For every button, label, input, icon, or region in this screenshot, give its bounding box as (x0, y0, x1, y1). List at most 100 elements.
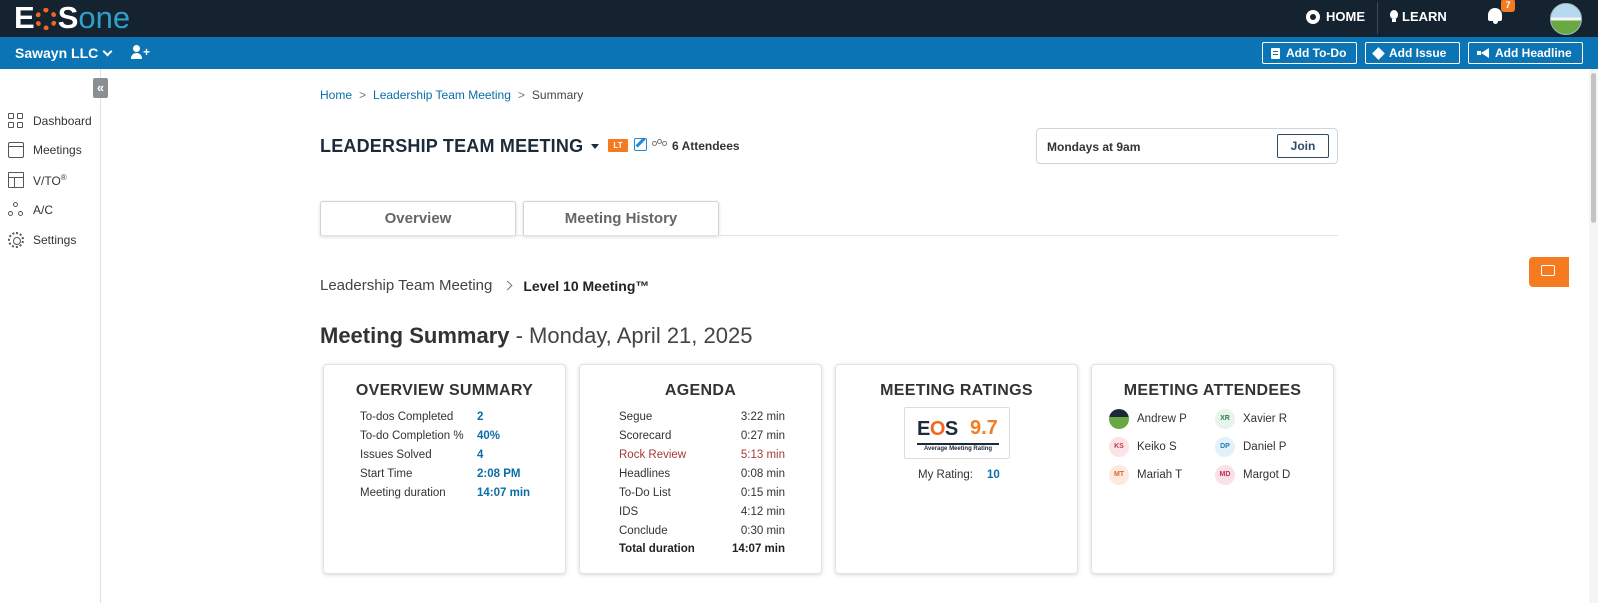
average-rating-caption: Average Meeting Rating (923, 446, 993, 452)
add-issue-label: Add Issue (1389, 46, 1447, 60)
page-title: LEADERSHIP TEAM MEETING (320, 136, 584, 156)
add-issue-button[interactable]: Add Issue (1365, 42, 1460, 64)
org-chart-icon (8, 202, 24, 218)
diamond-icon (1372, 46, 1385, 60)
sidebar-item-settings[interactable]: Settings (8, 232, 76, 248)
logo-s: S (57, 0, 79, 35)
agenda-total-row: Total duration 14:07 min (619, 543, 785, 555)
breadcrumb-meeting-link[interactable]: Leadership Team Meeting (373, 88, 511, 102)
sidebar-item-ac[interactable]: A/C (8, 202, 53, 218)
attendee-item: KS Keiko S (1109, 437, 1177, 457)
summary-heading-date: - Monday, April 21, 2025 (509, 323, 753, 348)
notification-badge: 7 (1501, 0, 1515, 12)
org-name-label: Sawayn LLC (15, 45, 99, 61)
gear-icon (8, 232, 24, 248)
overview-summary-card: OVERVIEW SUMMARY To-dos Completed 2 To-do… (323, 364, 566, 574)
logo-one: one (78, 0, 131, 35)
chevron-down-icon (102, 46, 113, 56)
meeting-ratings-card: MEETING RATINGS EOS 9.7 Average Meeting … (835, 364, 1078, 574)
breadcrumb-separator: > (517, 88, 525, 102)
attendee-item: DP Daniel P (1215, 437, 1286, 457)
agenda-row: Headlines 0:08 min (619, 468, 785, 480)
schedule-panel: Mondays at 9am Join (1036, 128, 1338, 164)
attendee-name: Keiko S (1137, 441, 1177, 453)
home-icon (1306, 9, 1320, 24)
nav-learn-label: LEARN (1402, 9, 1447, 24)
card-title: AGENDA (664, 382, 737, 399)
top-nav-divider (1377, 2, 1378, 34)
summary-row: To-dos Completed 2 (360, 411, 484, 423)
sidebar-item-label: Dashboard (33, 114, 92, 128)
average-rating-value: 9.7 (970, 417, 998, 439)
add-headline-label: Add Headline (1495, 46, 1572, 60)
breadcrumb-current: Summary (531, 88, 584, 102)
attendee-name: Mariah T (1137, 469, 1183, 481)
agenda-row: Conclude 0:30 min (619, 525, 785, 537)
nav-home-label: HOME (1326, 9, 1365, 24)
sidebar-item-label: Meetings (33, 143, 82, 157)
avatar: XR (1215, 409, 1235, 429)
edit-icon[interactable] (634, 138, 647, 151)
sidebar-item-dashboard[interactable]: Dashboard (8, 113, 92, 129)
sidebar-item-label: Settings (33, 233, 77, 247)
attendees-icon (652, 139, 667, 151)
feedback-button[interactable] (1529, 257, 1569, 287)
my-rating-value: 10 (986, 469, 1000, 481)
sidebar-item-vto[interactable]: V/TO® (8, 172, 67, 188)
nav-home-link[interactable]: HOME (1306, 9, 1365, 24)
add-user-icon[interactable]: + (131, 45, 151, 61)
org-selector[interactable]: Sawayn LLC (15, 45, 113, 61)
breadcrumb-separator: > (359, 88, 367, 102)
average-rating-badge: EOS 9.7 Average Meeting Rating (904, 407, 1010, 459)
avatar: KS (1109, 437, 1129, 457)
tabs-divider (320, 235, 1338, 236)
avatar: MD (1215, 465, 1235, 485)
summary-heading-title: Meeting Summary (320, 323, 510, 348)
rating-divider (917, 443, 999, 445)
meeting-type-parent[interactable]: Leadership Team Meeting (320, 277, 492, 294)
add-todo-button[interactable]: Add To-Do (1262, 42, 1357, 64)
top-bar: E S one HOME LEARN 7 (0, 0, 1598, 37)
tab-overview[interactable]: Overview (320, 201, 516, 236)
attendee-item: MD Margot D (1215, 465, 1290, 485)
layout-icon (8, 172, 24, 188)
summary-row: Meeting duration 14:07 min (360, 487, 531, 499)
summary-row: To-do Completion % 40% (360, 430, 501, 442)
add-headline-button[interactable]: Add Headline (1468, 42, 1583, 64)
breadcrumb-home-link[interactable]: Home (320, 88, 352, 102)
agenda-row: Rock Review 5:13 min (619, 449, 785, 461)
my-rating-label: My Rating: (918, 469, 973, 481)
agenda-card: AGENDA Segue 3:22 min Scorecard 0:27 min R… (579, 364, 822, 574)
breadcrumb: Home > Leadership Team Meeting > Summary (320, 88, 583, 102)
tab-meeting-history[interactable]: Meeting History (523, 201, 719, 236)
meeting-title-dropdown[interactable]: LEADERSHIP TEAM MEETING (320, 136, 600, 157)
join-button[interactable]: Join (1277, 134, 1329, 158)
sidebar-item-label: A/C (33, 203, 54, 217)
collapse-sidebar-button[interactable]: « (93, 78, 108, 98)
summary-heading: Meeting Summary - Monday, April 21, 2025 (320, 323, 752, 349)
my-rating: My Rating: 10 (918, 469, 1000, 481)
chevron-right-icon (502, 280, 513, 291)
scrollbar-thumb[interactable] (1591, 73, 1596, 223)
card-title: OVERVIEW SUMMARY (355, 382, 534, 399)
logo-e: E (14, 0, 35, 35)
sidebar: Dashboard Meetings V/TO® A/C Settings (0, 69, 101, 603)
team-badge: LT (608, 139, 628, 152)
agenda-row: IDS 4:12 min (619, 506, 785, 518)
user-avatar[interactable] (1550, 3, 1582, 35)
lightbulb-icon (1390, 10, 1398, 23)
agenda-row: Scorecard 0:27 min (619, 430, 785, 442)
agenda-row: Segue 3:22 min (619, 411, 785, 423)
page-scrollbar[interactable] (1589, 69, 1598, 603)
note-icon (1271, 47, 1280, 59)
organization-bar: Sawayn LLC + Add To-Do Add Issue Add Hea… (0, 37, 1598, 69)
meeting-attendees-card: MEETING ATTENDEES Andrew P XR Xavier R K… (1091, 364, 1334, 574)
attendees-count[interactable]: 6 Attendees (672, 139, 740, 153)
calendar-icon (8, 142, 24, 158)
eos-logo: EOS (917, 418, 958, 440)
sidebar-item-meetings[interactable]: Meetings (8, 142, 82, 158)
attendee-name: Andrew P (1137, 413, 1187, 425)
eos-one-logo[interactable]: E S one (14, 0, 131, 35)
agenda-row: To-Do List 0:15 min (619, 487, 785, 499)
nav-learn-link[interactable]: LEARN (1390, 9, 1447, 24)
